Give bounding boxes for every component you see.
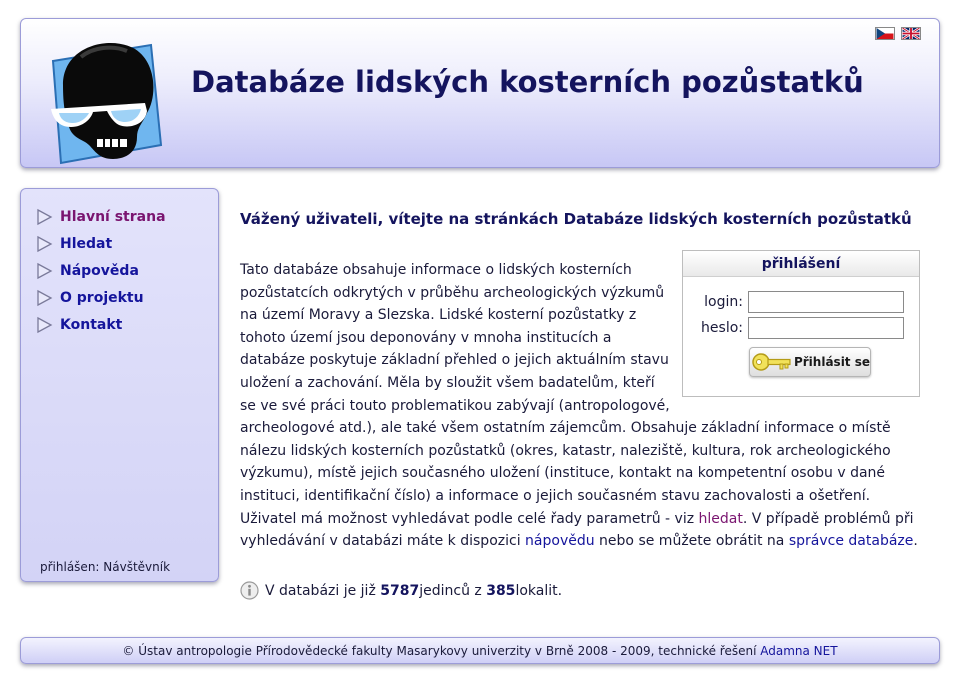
login-button-label: Přihlásit se <box>793 355 870 369</box>
individuals-count: 5787 <box>380 582 420 599</box>
login-row: login: <box>683 291 921 315</box>
sidebar-item-label: Hledat <box>60 235 113 252</box>
sidebar-item-home[interactable]: Hlavní strana <box>35 203 166 230</box>
sidebar-item-contact[interactable]: Kontakt <box>35 311 166 338</box>
header-banner: Databáze lidských kosterních pozůstatků <box>20 18 940 168</box>
footer-text: © Ústav antropologie Přírodovědecké faku… <box>122 644 761 658</box>
triangle-arrow-icon <box>37 316 53 333</box>
triangle-arrow-icon <box>37 235 53 252</box>
key-icon <box>752 353 791 371</box>
intro-text: . <box>913 533 918 550</box>
sidebar-item-search[interactable]: Hledat <box>35 230 166 257</box>
sidebar-item-label: Hlavní strana <box>60 208 166 225</box>
intro-text: nebo se můžete obrátit na <box>594 533 789 550</box>
localities-count: 385 <box>486 582 516 599</box>
login-box-title: přihlášení <box>683 251 919 277</box>
flag-uk-icon[interactable] <box>901 27 921 40</box>
welcome-heading: Vážený uživateli, vítejte na stránkách D… <box>240 210 912 228</box>
language-switcher <box>875 27 921 40</box>
footer: © Ústav antropologie Přírodovědecké faku… <box>20 637 940 664</box>
flag-cz-icon[interactable] <box>875 27 895 40</box>
sidebar-item-label: Kontakt <box>60 316 123 333</box>
help-link[interactable]: nápovědu <box>525 533 595 549</box>
login-box: přihlášení login: heslo: Přihlásit se <box>682 250 920 397</box>
logged-in-status: přihlášen: Návštěvník <box>40 560 171 574</box>
database-stats: V databázi je již 5787 jedinců z 385 lok… <box>240 581 562 600</box>
footer-credit-link[interactable]: Adamna NET <box>760 644 837 658</box>
sidebar-item-about[interactable]: O projektu <box>35 284 166 311</box>
stats-text: lokalit. <box>515 582 563 599</box>
sidebar-item-label: Nápověda <box>60 262 139 279</box>
sidebar-item-help[interactable]: Nápověda <box>35 257 166 284</box>
search-link[interactable]: hledat <box>699 511 743 527</box>
sidebar: Hlavní strana Hledat Nápověda O projektu… <box>20 188 219 582</box>
password-input[interactable] <box>748 317 904 339</box>
password-row: heslo: <box>683 317 921 341</box>
site-title: Databáze lidských kosterních pozůstatků <box>191 65 864 99</box>
triangle-arrow-icon <box>37 262 53 279</box>
sidebar-item-label: O projektu <box>60 289 144 306</box>
admin-link[interactable]: správce databáze <box>789 533 914 549</box>
skull-with-sunglasses-icon[interactable] <box>33 27 173 165</box>
login-input[interactable] <box>748 291 904 313</box>
triangle-arrow-icon <box>37 208 53 225</box>
main-navigation: Hlavní strana Hledat Nápověda O projektu… <box>35 203 166 338</box>
triangle-arrow-icon <box>37 289 53 306</box>
stats-text: jedinců z <box>419 582 482 599</box>
login-button[interactable]: Přihlásit se <box>749 347 871 377</box>
stats-text: V databázi je již <box>265 582 376 599</box>
login-label: login: <box>704 294 743 310</box>
password-label: heslo: <box>701 320 743 336</box>
info-icon <box>240 581 259 600</box>
